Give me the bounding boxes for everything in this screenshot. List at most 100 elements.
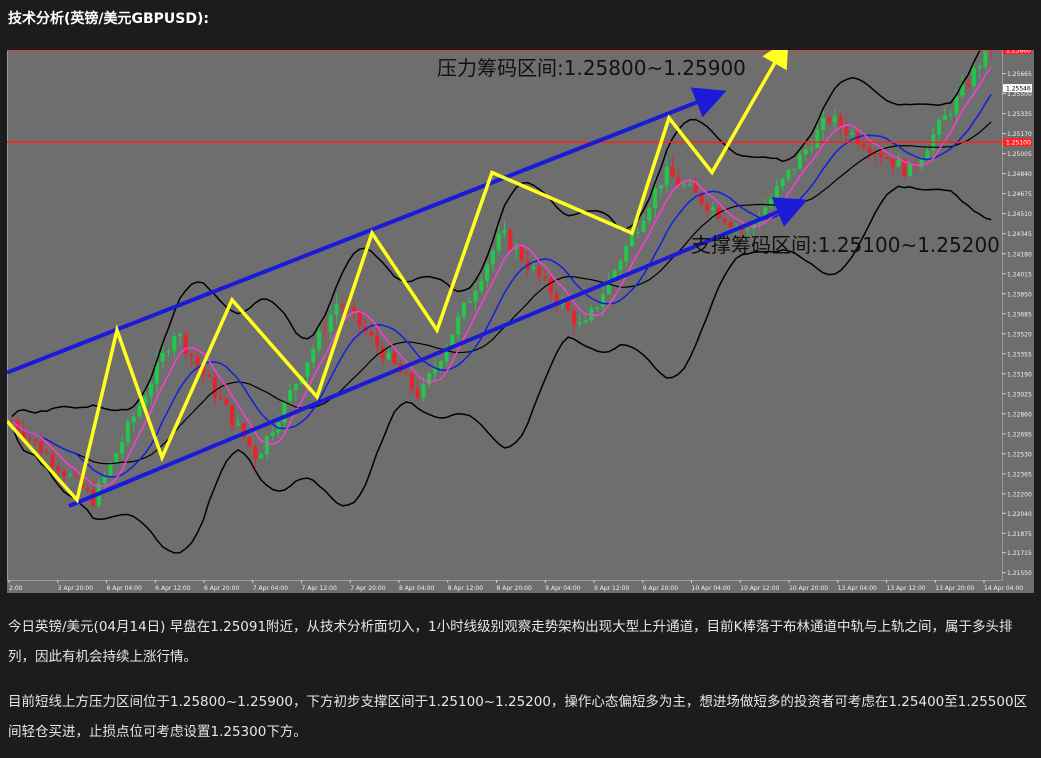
candle-body	[792, 168, 797, 171]
candle-body	[85, 487, 90, 490]
candle-body	[67, 474, 72, 477]
candle-body	[288, 389, 293, 401]
candle-body	[531, 266, 536, 270]
candle-body	[519, 247, 524, 261]
candle-body	[624, 246, 629, 262]
y-tick-label: 1.21550	[1007, 570, 1032, 577]
candle-body	[322, 331, 327, 333]
candle-body	[317, 331, 322, 350]
x-tick-label: 14 Apr 04:00	[984, 585, 1023, 592]
y-tick-label: 1.22365	[1007, 471, 1032, 478]
candle-body	[821, 117, 826, 130]
candle-body	[253, 446, 258, 460]
x-tick-label: 10 Apr 20:00	[789, 585, 828, 592]
candle-body	[369, 331, 374, 336]
candle-body	[375, 335, 380, 347]
candle-body	[925, 150, 930, 160]
y-tick-label: 1.21715	[1007, 550, 1032, 557]
candle-body	[380, 346, 385, 360]
y-tick-label: 1.23355	[1007, 351, 1032, 358]
candle-body	[682, 184, 687, 186]
y-tick-label: 1.25005	[1007, 151, 1032, 158]
candle-body	[334, 304, 339, 315]
resistance-zone-label: 压力筹码区间:1.25800~1.25900	[437, 56, 746, 80]
candle-body	[670, 166, 675, 178]
candle-body	[983, 50, 988, 67]
candle-body	[409, 373, 414, 389]
candle-body	[38, 441, 43, 453]
x-tick-label: 10 Apr 12:00	[740, 585, 779, 592]
candle-body	[966, 83, 971, 87]
strategy-paragraph: 目前短线上方压力区间位于1.25800~1.25900，下方初步支撑区间于1.2…	[8, 694, 1028, 740]
current-price-label: 1.25546	[1006, 86, 1031, 93]
candle-body	[832, 116, 837, 123]
candle-body	[687, 184, 692, 186]
price-tag-label: 1.25860	[1006, 50, 1031, 55]
candle-body	[27, 438, 32, 440]
candle-body	[774, 186, 779, 199]
candle-body	[386, 352, 391, 360]
candle-body	[230, 405, 235, 426]
candle-body	[896, 159, 901, 167]
y-tick-label: 1.25170	[1007, 131, 1032, 138]
candle-body	[473, 290, 478, 302]
candle-body	[357, 311, 362, 326]
candle-body	[942, 115, 947, 120]
candle-body	[496, 233, 501, 251]
y-tick-label: 1.21875	[1007, 531, 1032, 538]
y-tick-label: 1.22040	[1007, 511, 1032, 518]
candle-body	[722, 218, 727, 223]
y-tick-label: 1.25335	[1007, 111, 1032, 118]
y-tick-label: 1.23850	[1007, 291, 1032, 298]
candle-body	[392, 352, 397, 364]
candle-body	[195, 356, 200, 366]
candle-body	[844, 127, 849, 135]
candle-body	[815, 129, 820, 149]
y-tick-label: 1.25665	[1007, 71, 1032, 78]
candle-body	[351, 307, 356, 312]
candle-body	[803, 149, 808, 155]
x-tick-label: 9 Apr 20:00	[643, 585, 678, 592]
candle-body	[125, 421, 130, 442]
candle-body	[149, 383, 154, 397]
candle-body	[137, 405, 142, 417]
candle-body	[235, 423, 240, 426]
x-tick-label: 7 Apr 12:00	[302, 585, 337, 592]
page-heading: 技术分析(英镑/美元GBPUSD):	[8, 11, 210, 27]
candle-body	[664, 166, 669, 185]
candle-body	[635, 232, 640, 234]
candle-body	[890, 158, 895, 167]
candle-body	[328, 314, 333, 332]
candle-body	[259, 454, 264, 460]
candle-body	[780, 178, 785, 187]
candle-body	[172, 336, 177, 352]
candle-body	[311, 349, 316, 363]
candle-body	[861, 143, 866, 148]
candle-body	[218, 396, 223, 399]
candle-body	[120, 441, 125, 454]
candle-body	[977, 66, 982, 68]
candle-body	[461, 302, 466, 317]
candle-body	[867, 147, 872, 153]
y-tick-label: 1.23025	[1007, 391, 1032, 398]
candle-body	[490, 250, 495, 265]
candle-body	[50, 453, 55, 467]
candle-body	[600, 294, 606, 307]
candle-body	[618, 261, 623, 271]
x-tick-label: 9 Apr 04:00	[545, 585, 580, 592]
candle-body	[403, 372, 409, 374]
candle-body	[508, 230, 513, 250]
x-tick-label: 7 Apr 04:00	[253, 585, 288, 592]
candle-body	[340, 304, 345, 306]
candle-body	[641, 220, 646, 233]
candle-body	[305, 362, 310, 377]
candle-body	[884, 157, 889, 159]
x-tick-label: 8 Apr 12:00	[448, 585, 483, 592]
candle-body	[485, 264, 490, 281]
candle-body	[908, 164, 913, 176]
x-tick-label: 13 Apr 04:00	[838, 585, 877, 592]
chart-svg: 1.256651.255001.253351.251701.250051.248…	[7, 50, 1034, 592]
y-tick-label: 1.22695	[1007, 431, 1032, 438]
y-tick-label: 1.24510	[1007, 211, 1032, 218]
candle-body	[728, 222, 733, 227]
